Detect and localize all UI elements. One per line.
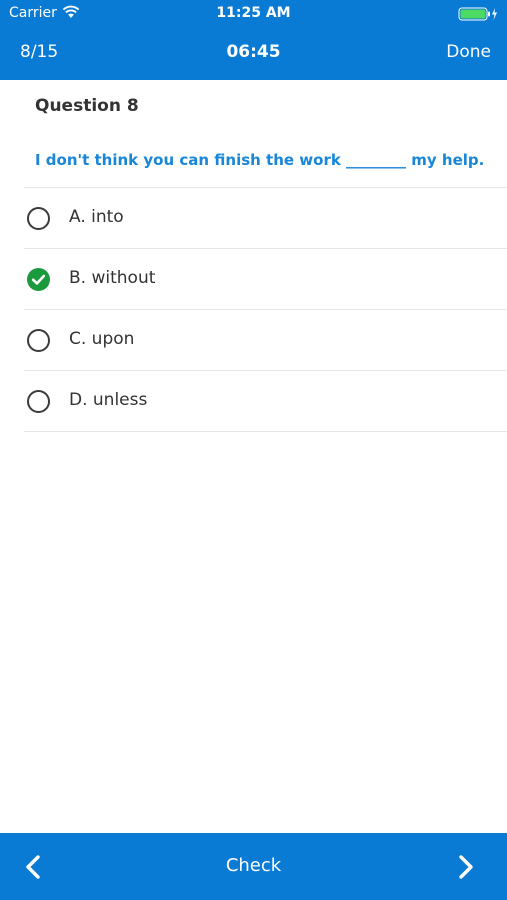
option-label: B. without: [69, 268, 156, 288]
option-label: A. into: [69, 207, 124, 227]
option-label: C. upon: [69, 329, 135, 349]
header: Carrier 11:25 AM 8/15 06:45 Done: [0, 0, 507, 80]
footer-toolbar: Check: [0, 833, 507, 900]
nav-bar: 8/15 06:45 Done: [0, 28, 507, 80]
option-label: D. unless: [69, 390, 148, 410]
chevron-right-icon[interactable]: [455, 853, 477, 881]
battery-charging-icon: [458, 7, 497, 21]
timer: 06:45: [226, 42, 281, 62]
checkmark-circle-icon: [27, 268, 50, 291]
option-d[interactable]: D. unless: [24, 371, 507, 432]
radio-unchecked-icon: [27, 207, 50, 230]
option-a[interactable]: A. into: [24, 188, 507, 249]
check-button-label: Check: [225, 855, 282, 876]
question-text: I don't think you can finish the work __…: [35, 151, 485, 169]
radio-unchecked-icon: [27, 329, 50, 352]
check-button[interactable]: Check: [0, 855, 507, 876]
question-title: Question 8: [35, 96, 139, 116]
status-bar: Carrier 11:25 AM: [0, 0, 507, 28]
answer-options: A. into B. without C. upon D. unless: [0, 188, 507, 432]
option-b[interactable]: B. without: [24, 249, 507, 310]
done-button[interactable]: Done: [446, 42, 491, 62]
radio-unchecked-icon: [27, 390, 50, 413]
option-c[interactable]: C. upon: [24, 310, 507, 371]
clock: 11:25 AM: [216, 5, 291, 21]
